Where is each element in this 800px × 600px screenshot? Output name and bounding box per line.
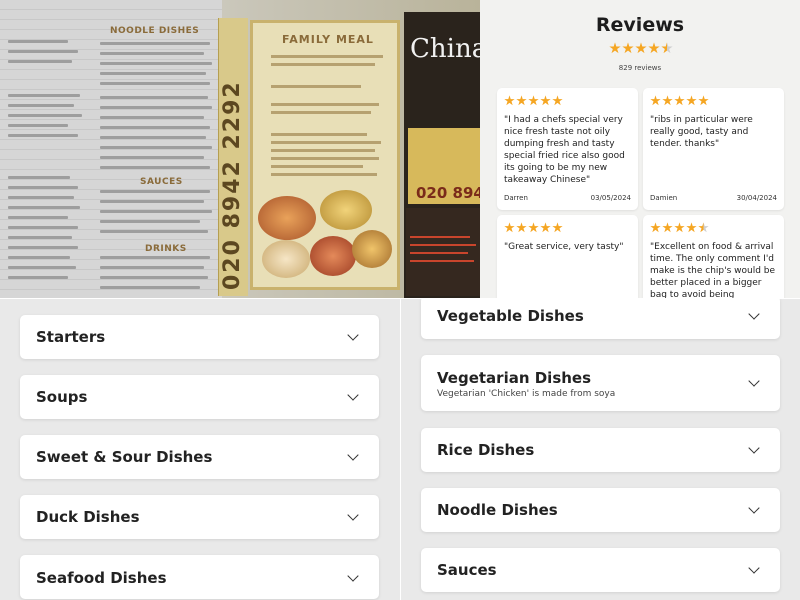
accordion-soups[interactable]: Soups xyxy=(20,375,379,419)
accordion-label: Duck Dishes xyxy=(36,508,140,526)
star-icon xyxy=(674,222,685,233)
star-icon xyxy=(504,222,515,233)
star-icon xyxy=(648,42,660,54)
chevron-down-icon[interactable] xyxy=(347,449,359,461)
accordion-label: Vegetarian Dishes xyxy=(437,369,592,387)
review-card: "ribs in particular were really good, ta… xyxy=(643,88,784,210)
accordion-label: Sauces xyxy=(437,561,497,579)
chevron-down-icon[interactable] xyxy=(748,502,760,514)
chevron-down-icon[interactable] xyxy=(748,442,760,454)
reviews-count: 829 reviews xyxy=(618,64,662,72)
review-date: 30/04/2024 xyxy=(736,194,777,202)
menu-categories-left: Starters Soups Sweet & Sour Dishes Duck … xyxy=(0,299,400,600)
star-icon xyxy=(635,42,647,54)
star-icon xyxy=(662,95,673,106)
accordion-label: Noodle Dishes xyxy=(437,501,558,519)
review-stars xyxy=(650,222,709,233)
star-icon xyxy=(698,95,709,106)
review-stars xyxy=(650,95,709,106)
accordion-seafood-dishes[interactable]: Seafood Dishes xyxy=(20,555,379,599)
review-stars xyxy=(504,95,563,106)
star-icon xyxy=(661,42,673,54)
menu-categories-right: Vegetable Dishes Vegetarian Dishes Veget… xyxy=(401,299,800,600)
star-icon xyxy=(698,222,709,233)
accordion-noodle-dishes[interactable]: Noodle Dishes xyxy=(421,488,780,532)
chevron-down-icon[interactable] xyxy=(748,308,760,320)
menu-heading-drinks: DRINKS xyxy=(145,244,187,254)
star-icon xyxy=(516,95,527,106)
star-icon xyxy=(552,222,563,233)
accordion-label: Seafood Dishes xyxy=(36,569,167,587)
star-icon xyxy=(528,222,539,233)
accordion-label: Rice Dishes xyxy=(437,441,535,459)
chevron-down-icon[interactable] xyxy=(347,570,359,582)
accordion-sauces[interactable]: Sauces xyxy=(421,548,780,592)
accordion-vegetarian-dishes[interactable]: Vegetarian Dishes Vegetarian 'Chicken' i… xyxy=(421,355,780,411)
review-author: Damien xyxy=(650,194,678,202)
star-icon xyxy=(504,95,515,106)
accordion-label: Sweet & Sour Dishes xyxy=(36,448,213,466)
review-text: "Great service, very tasty" xyxy=(504,242,624,252)
brand-text: China xyxy=(410,34,480,64)
overall-rating-stars xyxy=(609,42,673,54)
accordion-label: Soups xyxy=(36,388,88,406)
review-stars xyxy=(504,222,563,233)
review-text: "I had a chefs special very nice fresh t… xyxy=(504,115,625,185)
reviews-title: Reviews xyxy=(595,14,685,36)
star-icon xyxy=(528,95,539,106)
star-icon xyxy=(540,222,551,233)
chevron-down-icon[interactable] xyxy=(748,375,760,387)
chevron-down-icon[interactable] xyxy=(347,389,359,401)
accordion-label: Vegetable Dishes xyxy=(437,307,584,325)
accordion-duck-dishes[interactable]: Duck Dishes xyxy=(20,495,379,539)
accordion-rice-dishes[interactable]: Rice Dishes xyxy=(421,428,780,472)
star-icon xyxy=(609,42,621,54)
accordion-subtitle: Vegetarian 'Chicken' is made from soya xyxy=(437,389,616,399)
star-icon xyxy=(516,222,527,233)
star-icon xyxy=(686,95,697,106)
review-author: Darren xyxy=(504,194,528,202)
accordion-starters[interactable]: Starters xyxy=(20,315,379,359)
review-card: "I had a chefs special very nice fresh t… xyxy=(497,88,638,210)
menu-heading-sauces: SAUCES xyxy=(140,177,183,187)
chevron-down-icon[interactable] xyxy=(347,329,359,341)
star-icon xyxy=(686,222,697,233)
chevron-down-icon[interactable] xyxy=(347,509,359,521)
review-card: "Excellent on food & arrival time. The o… xyxy=(643,215,784,298)
phone-number-vertical: 020 8942 2292 xyxy=(220,80,245,290)
review-date: 03/05/2024 xyxy=(590,194,631,202)
reviews-panel: Reviews 829 reviews "I had a chefs speci… xyxy=(480,0,800,298)
accordion-label: Starters xyxy=(36,328,106,346)
flyer-phone: 020 8942 xyxy=(416,184,480,202)
star-icon xyxy=(650,222,661,233)
review-text: "Excellent on food & arrival time. The o… xyxy=(650,242,776,298)
review-card: "Great service, very tasty" xyxy=(497,215,638,298)
star-icon xyxy=(622,42,634,54)
star-icon xyxy=(674,95,685,106)
menu-heading-noodles: NOODLE DISHES xyxy=(110,26,200,36)
menu-photo: NOODLE DISHES SAUCES DRINKS 020 8942 229… xyxy=(0,0,480,298)
review-text: "ribs in particular were really good, ta… xyxy=(650,115,753,149)
accordion-vegetable-dishes[interactable]: Vegetable Dishes xyxy=(421,299,780,339)
star-icon xyxy=(552,95,563,106)
star-icon xyxy=(650,95,661,106)
star-icon xyxy=(662,222,673,233)
accordion-sweet-sour-dishes[interactable]: Sweet & Sour Dishes xyxy=(20,435,379,479)
star-icon xyxy=(540,95,551,106)
family-meal-title: FAMILY MEAL xyxy=(282,33,374,46)
chevron-down-icon[interactable] xyxy=(748,562,760,574)
